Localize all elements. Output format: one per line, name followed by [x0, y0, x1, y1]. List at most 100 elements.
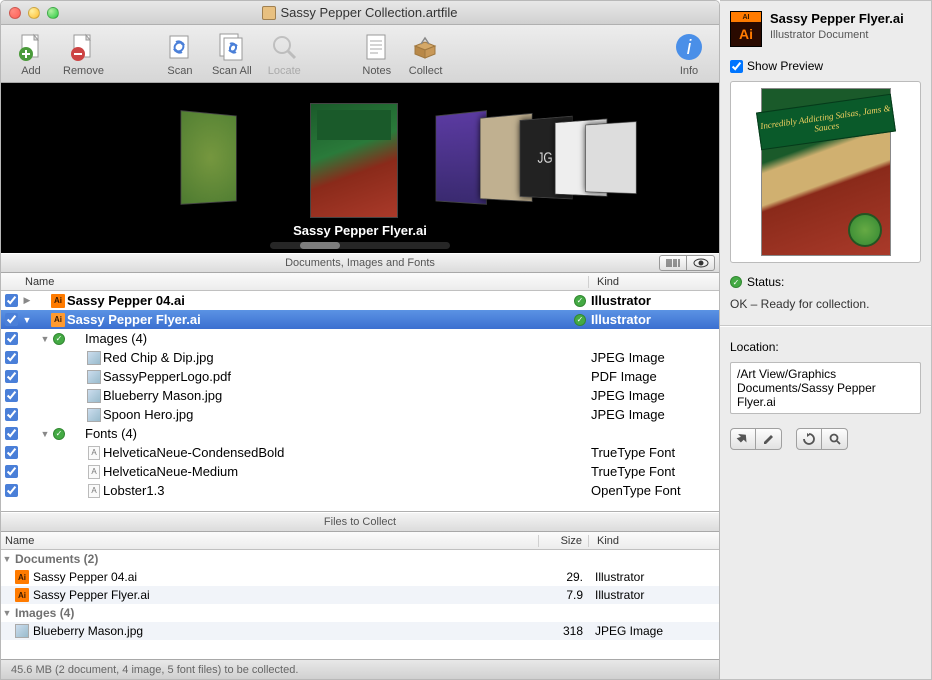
show-preview-checkbox[interactable]: Show Preview: [730, 59, 921, 73]
disclosure-triangle-icon[interactable]: ▼: [1, 554, 13, 564]
tree-row[interactable]: SassyPepperLogo.pdfPDF Image: [1, 367, 719, 386]
coverflow-item[interactable]: [585, 121, 636, 194]
row-checkbox[interactable]: [5, 294, 18, 307]
add-button[interactable]: Add: [9, 29, 53, 79]
kind-column-header[interactable]: Kind: [589, 535, 719, 547]
collect-row[interactable]: AiSassy Pepper 04.ai29.Illustrator: [1, 568, 719, 586]
sticker-icon: [848, 213, 882, 247]
status-ok-icon: ✓: [730, 276, 742, 288]
row-name: Blueberry Mason.jpg: [103, 388, 571, 403]
location-field[interactable]: /Art View/Graphics Documents/Sassy Peppe…: [730, 362, 921, 414]
row-kind: TrueType Font: [589, 445, 719, 460]
tree-row[interactable]: ▶AiSassy Pepper 04.ai✓Illustrator: [1, 291, 719, 310]
tree-row[interactable]: Blueberry Mason.jpgJPEG Image: [1, 386, 719, 405]
row-kind: Illustrator: [589, 293, 719, 308]
info-title: Sassy Pepper Flyer.ai Illustrator Docume…: [770, 11, 921, 41]
edit-button[interactable]: [756, 428, 782, 450]
row-kind: OpenType Font: [589, 483, 719, 498]
reveal-button[interactable]: [730, 428, 756, 450]
tree-row[interactable]: ▼AiSassy Pepper Flyer.ai✓Illustrator: [1, 310, 719, 329]
row-checkbox[interactable]: [5, 370, 18, 383]
coverflow-item-selected[interactable]: [310, 103, 398, 218]
collect-group-header[interactable]: ▼Documents (2): [1, 550, 719, 568]
remove-document-icon: [67, 31, 99, 63]
row-checkbox[interactable]: [5, 313, 18, 326]
document-tree[interactable]: ▶AiSassy Pepper 04.ai✓Illustrator▼AiSass…: [1, 291, 719, 511]
row-checkbox[interactable]: [5, 408, 18, 421]
remove-button[interactable]: Remove: [57, 29, 110, 79]
coverflow-scrollbar[interactable]: [270, 242, 450, 249]
row-checkbox[interactable]: [5, 465, 18, 478]
tree-row[interactable]: ▼✓ Images (4): [1, 329, 719, 348]
tree-row[interactable]: Red Chip & Dip.jpgJPEG Image: [1, 348, 719, 367]
coverflow-item[interactable]: [181, 110, 237, 205]
tree-row[interactable]: ALobster1.3 OpenType Font: [1, 481, 719, 500]
image-file-icon: [87, 408, 101, 422]
collect-button[interactable]: Collect: [403, 29, 449, 79]
tree-row[interactable]: AHelveticaNeue-CondensedBoldTrueType Fon…: [1, 443, 719, 462]
row-name: HelveticaNeue-CondensedBold: [103, 445, 571, 460]
tree-row[interactable]: AHelveticaNeue-Medium TrueType Font: [1, 462, 719, 481]
collect-row[interactable]: Blueberry Mason.jpg318JPEG Image: [1, 622, 719, 640]
add-document-icon: [15, 31, 47, 63]
info-panel: AIAi Sassy Pepper Flyer.ai Illustrator D…: [720, 0, 932, 680]
scan-button[interactable]: Scan: [158, 29, 202, 79]
font-file-icon: A: [88, 484, 100, 498]
disclosure-triangle-icon[interactable]: ▶: [21, 295, 33, 306]
search-button[interactable]: [822, 428, 848, 450]
name-column-header[interactable]: Name: [21, 276, 589, 288]
disclosure-triangle-icon[interactable]: ▼: [21, 315, 33, 325]
status-message: OK – Ready for collection.: [730, 297, 921, 311]
font-file-icon: A: [88, 465, 100, 479]
scan-icon: [164, 31, 196, 63]
status-ok-icon: ✓: [574, 295, 586, 307]
size-column-header[interactable]: Size: [539, 535, 589, 547]
collect-section-header: Files to Collect: [1, 512, 719, 532]
main-window: Sassy Pepper Collection.artfile Add Remo…: [0, 0, 720, 680]
row-name: Images (4): [85, 331, 571, 346]
collect-group-header[interactable]: ▼Images (4): [1, 604, 719, 622]
eye-view-button[interactable]: [687, 255, 715, 271]
row-kind: JPEG Image: [589, 407, 719, 422]
row-name: HelveticaNeue-Medium: [103, 464, 571, 479]
row-checkbox[interactable]: [5, 351, 18, 364]
coverflow-caption: Sassy Pepper Flyer.ai: [1, 223, 719, 238]
info-button[interactable]: i Info: [667, 29, 711, 79]
kind-column-header[interactable]: Kind: [589, 276, 719, 288]
collect-box-icon: [410, 31, 442, 63]
row-checkbox[interactable]: [5, 446, 18, 459]
disclosure-triangle-icon[interactable]: ▼: [1, 608, 13, 618]
notes-button[interactable]: Notes: [355, 29, 399, 79]
row-checkbox[interactable]: [5, 332, 18, 345]
collect-list[interactable]: ▼Documents (2)AiSassy Pepper 04.ai29.Ill…: [1, 550, 719, 659]
locate-icon: [268, 31, 300, 63]
row-kind: TrueType Font: [589, 464, 719, 479]
row-checkbox[interactable]: [5, 389, 18, 402]
location-label: Location:: [730, 340, 921, 354]
coverflow[interactable]: JG Sassy Pepper Flyer.ai: [1, 83, 719, 253]
statusbar: 45.6 MB (2 document, 4 image, 5 font fil…: [1, 659, 719, 679]
document-icon: [262, 6, 276, 20]
titlebar[interactable]: Sassy Pepper Collection.artfile: [1, 1, 719, 25]
ai-file-icon: Ai: [15, 570, 29, 584]
scan-all-button[interactable]: Scan All: [206, 29, 258, 79]
preview-image[interactable]: Incredibly Addicting Salsas, Jams & Sauc…: [761, 88, 891, 256]
collect-row[interactable]: AiSassy Pepper Flyer.ai7.9Illustrator: [1, 586, 719, 604]
row-checkbox[interactable]: [5, 427, 18, 440]
name-column-header[interactable]: Name: [1, 535, 539, 547]
row-name: Sassy Pepper 04.ai: [31, 570, 539, 584]
tree-column-headers[interactable]: Name Kind: [1, 273, 719, 291]
info-subtitle: Illustrator Document: [770, 29, 868, 41]
refresh-button[interactable]: [796, 428, 822, 450]
tree-row[interactable]: Spoon Hero.jpgJPEG Image: [1, 405, 719, 424]
ai-file-icon: Ai: [51, 313, 65, 327]
disclosure-triangle-icon[interactable]: ▼: [39, 334, 51, 344]
collect-column-headers[interactable]: Name Size Kind: [1, 532, 719, 550]
row-name: Lobster1.3: [103, 483, 571, 498]
row-checkbox[interactable]: [5, 484, 18, 497]
disclosure-triangle-icon[interactable]: ▼: [39, 429, 51, 439]
barcode-view-button[interactable]: [659, 255, 687, 271]
tree-row[interactable]: ▼✓Fonts (4): [1, 424, 719, 443]
status-ok-icon: ✓: [53, 333, 65, 345]
row-name: Red Chip & Dip.jpg: [103, 350, 571, 365]
